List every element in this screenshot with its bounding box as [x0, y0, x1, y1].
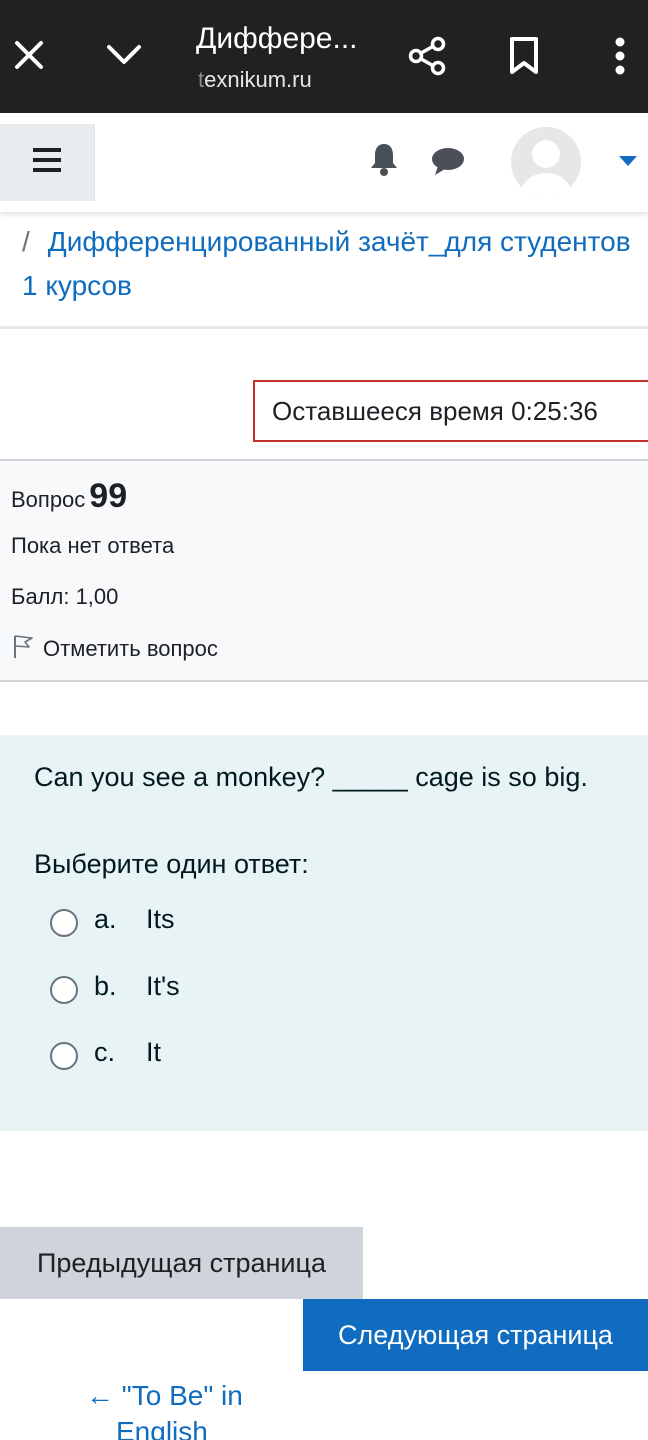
share-icon[interactable] [404, 33, 450, 79]
caret-down-icon[interactable] [614, 149, 642, 173]
timer-value: 0:25:36 [511, 395, 598, 426]
answer-letter: b. [94, 970, 117, 1001]
previous-activity-link[interactable]: ← "To Be" in English [86, 1378, 286, 1440]
close-icon[interactable] [8, 34, 50, 76]
flag-question-button[interactable]: Отметить вопрос [11, 633, 218, 665]
answer-prompt: Выберите один ответ: [34, 849, 309, 879]
answer-letter: c. [94, 1036, 116, 1067]
answer-text: Its [146, 903, 175, 934]
answer-option-a[interactable]: a. Its [50, 901, 175, 937]
answer-option-b[interactable]: b. It's [50, 968, 180, 1004]
chat-icon[interactable] [428, 141, 468, 181]
next-page-button[interactable]: Следующая страница [303, 1299, 648, 1371]
page-url: texnikum.ru [198, 67, 312, 92]
bookmark-icon[interactable] [502, 33, 546, 79]
breadcrumb: / Дифференцированный зачёт_для студентов … [22, 220, 632, 308]
answer-option-c[interactable]: c. It [50, 1034, 161, 1070]
more-vert-icon[interactable] [604, 33, 636, 79]
previous-page-button[interactable]: Предыдущая страница [0, 1227, 363, 1299]
radio-c[interactable] [50, 1042, 78, 1070]
flag-question-label: Отметить вопрос [43, 636, 218, 661]
page-title: Диффере... [196, 22, 358, 55]
question-number: Вопрос 99 [11, 477, 128, 515]
radio-b[interactable] [50, 976, 78, 1004]
site-navbar [0, 113, 648, 212]
breadcrumb-course-link[interactable]: Дифференцированный зачёт_для студентов 1… [22, 226, 631, 301]
answer-text: It [146, 1036, 162, 1067]
browser-toolbar: Диффере... texnikum.ru [0, 0, 648, 113]
answer-letter: a. [94, 903, 117, 934]
hamburger-icon [33, 147, 61, 178]
question-state: Пока нет ответа [11, 533, 175, 558]
question-formulation: Can you see a monkey? _____ cage is so b… [0, 735, 648, 1131]
breadcrumb-separator: / [22, 226, 30, 257]
question-grade: Балл: 1,00 [11, 584, 119, 609]
question-text: Can you see a monkey? _____ cage is so b… [34, 762, 588, 792]
answer-text: It's [146, 970, 180, 1001]
divider [0, 326, 648, 329]
bell-icon[interactable] [364, 139, 404, 179]
question-info: Вопрос 99 Пока нет ответа Балл: 1,00 Отме… [0, 459, 648, 682]
timer-label: Оставшееся время [272, 395, 504, 426]
quiz-timer: Оставшееся время 0:25:36 [253, 380, 648, 442]
radio-a[interactable] [50, 909, 78, 937]
flag-icon [11, 633, 35, 665]
drawer-toggle-button[interactable] [0, 124, 95, 201]
avatar[interactable] [511, 127, 581, 197]
chevron-down-icon[interactable] [100, 34, 148, 76]
